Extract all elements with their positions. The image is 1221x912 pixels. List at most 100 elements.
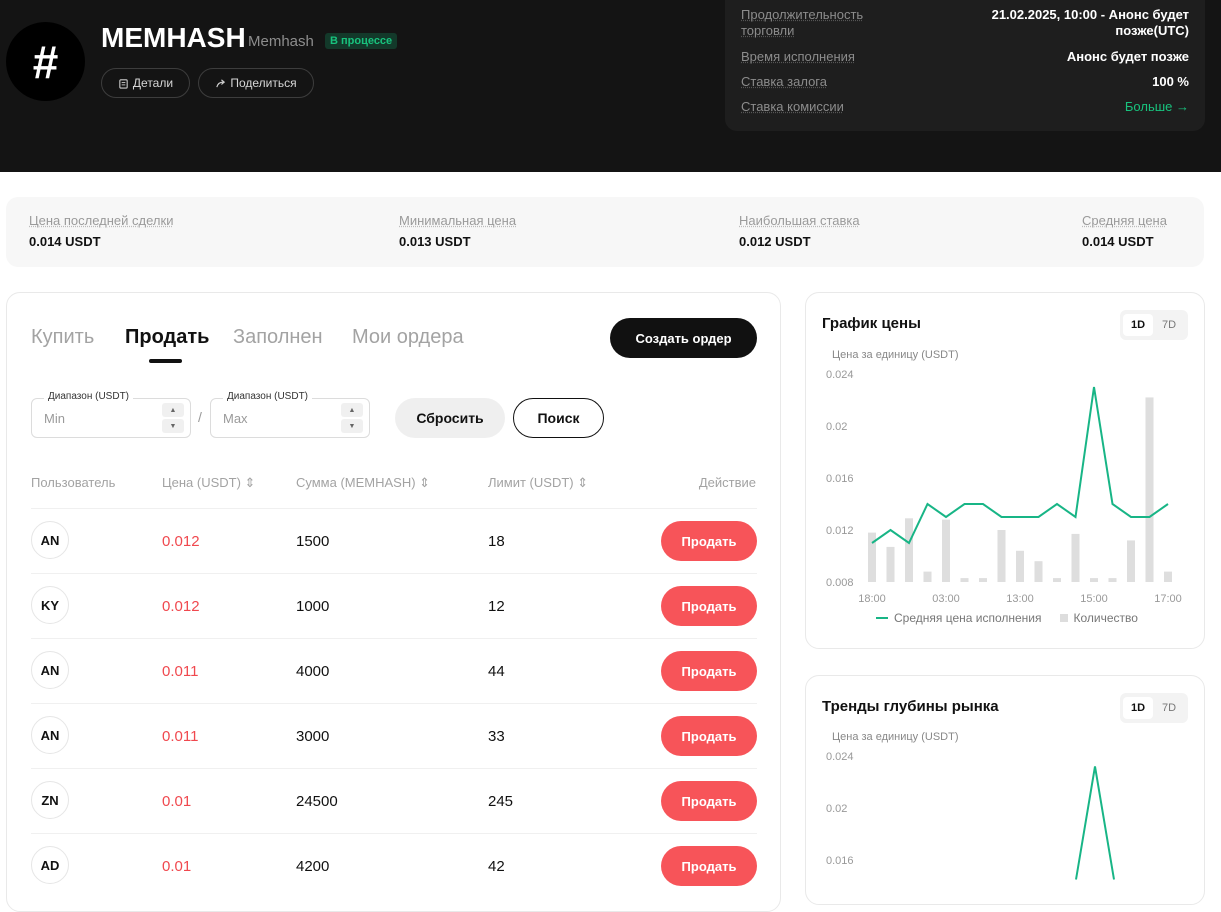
share-arrow-icon bbox=[216, 78, 226, 87]
stat-label: Средняя цена bbox=[1082, 213, 1167, 228]
sell-button[interactable]: Продать bbox=[661, 846, 757, 886]
legend-bar-label: Количество bbox=[1073, 611, 1138, 625]
tab-buy[interactable]: Купить bbox=[31, 326, 94, 349]
sell-button[interactable]: Продать bbox=[661, 651, 757, 691]
volume-bar bbox=[1145, 397, 1154, 582]
volume-bar bbox=[979, 578, 987, 582]
volume-bar bbox=[942, 519, 950, 582]
orders-panel: Купить Продать Заполнен Мои ордера Созда… bbox=[6, 292, 781, 912]
range-min-label: Диапазон (USDT) bbox=[44, 391, 134, 402]
row-price: 0.01 bbox=[162, 858, 192, 875]
token-header: # MEMHASH Memhash В процессе Детали Поде… bbox=[0, 0, 1221, 172]
user-avatar[interactable]: AD bbox=[31, 846, 69, 884]
share-button[interactable]: Поделиться bbox=[198, 68, 314, 98]
legend-line-swatch bbox=[876, 617, 888, 619]
stat-label: Цена последней сделки bbox=[29, 213, 174, 228]
stat-avg-price: Средняя цена 0.014 USDT bbox=[1082, 213, 1167, 249]
caret-up-icon[interactable]: ▲ bbox=[341, 403, 363, 417]
volume-bar bbox=[1164, 571, 1172, 582]
user-avatar[interactable]: ZN bbox=[31, 781, 69, 819]
x-tick-label: 15:00 bbox=[1080, 593, 1108, 605]
table-row: AN 0.012 1500 18 Продать bbox=[31, 508, 757, 573]
x-tick-label: 13:00 bbox=[1006, 593, 1034, 605]
row-limit: 44 bbox=[488, 663, 505, 680]
token-subtitle: Memhash bbox=[248, 33, 314, 50]
volume-bar bbox=[997, 530, 1006, 582]
stat-last-price: Цена последней сделки 0.014 USDT bbox=[29, 213, 173, 249]
share-label: Поделиться bbox=[230, 76, 297, 90]
x-tick-label: 03:00 bbox=[932, 593, 960, 605]
tab-my-orders[interactable]: Мои ордера bbox=[352, 326, 464, 349]
legend-line-label: Средняя цена исполнения bbox=[894, 611, 1042, 625]
status-badge: В процессе bbox=[325, 33, 398, 49]
stat-value: 0.012 USDT bbox=[739, 234, 811, 249]
volume-bar bbox=[905, 518, 913, 582]
row-price: 0.012 bbox=[162, 598, 200, 615]
sell-button[interactable]: Продать bbox=[661, 521, 757, 561]
avg-price-line bbox=[871, 386, 1169, 545]
sell-button[interactable]: Продать bbox=[661, 781, 757, 821]
column-header-amount[interactable]: Сумма (MEMHASH) ⇕ bbox=[296, 475, 430, 491]
token-logo: # bbox=[6, 22, 85, 101]
tab-sell[interactable]: Продать bbox=[125, 326, 209, 349]
user-avatar[interactable]: AN bbox=[31, 716, 69, 754]
reset-button[interactable]: Сбросить bbox=[395, 398, 505, 438]
caret-down-icon[interactable]: ▼ bbox=[162, 419, 184, 433]
price-chart-panel: График цены 1D 7D Цена за единицу (USDT)… bbox=[805, 292, 1205, 649]
row-amount: 3000 bbox=[296, 728, 330, 745]
caret-up-icon[interactable]: ▲ bbox=[162, 403, 184, 417]
y-tick-label: 0.024 bbox=[826, 369, 854, 381]
sell-button[interactable]: Продать bbox=[661, 716, 757, 756]
create-order-button[interactable]: Создать ордер bbox=[610, 318, 757, 358]
y-tick-label: 0.012 bbox=[826, 525, 854, 537]
info-key: Продолжительность торговли bbox=[741, 7, 864, 38]
range-min-field[interactable]: Диапазон (USDT) Min ▲ ▼ bbox=[31, 391, 191, 438]
token-name: MEMHASH bbox=[101, 22, 246, 53]
stat-label: Наибольшая ставка bbox=[739, 213, 860, 228]
sell-button[interactable]: Продать bbox=[661, 586, 757, 626]
active-tab-indicator bbox=[149, 359, 182, 363]
info-value: 100 % bbox=[1152, 74, 1189, 89]
range-min-stepper[interactable]: ▲ ▼ bbox=[162, 403, 184, 433]
row-amount: 24500 bbox=[296, 793, 338, 810]
depth-chart-panel: Тренды глубины рынка 1D 7D Цена за едини… bbox=[805, 675, 1205, 905]
caret-down-icon[interactable]: ▼ bbox=[341, 419, 363, 433]
volume-bar bbox=[1016, 550, 1024, 582]
user-avatar[interactable]: AN bbox=[31, 521, 69, 559]
column-header-limit[interactable]: Лимит (USDT) ⇕ bbox=[488, 475, 588, 491]
y-tick-label: 0.02 bbox=[826, 803, 847, 815]
details-button[interactable]: Детали bbox=[101, 68, 190, 98]
volume-bar bbox=[960, 578, 969, 582]
depth-line bbox=[1075, 766, 1115, 880]
stat-value: 0.013 USDT bbox=[399, 234, 471, 249]
volume-bar bbox=[1034, 561, 1043, 582]
search-button[interactable]: Поиск bbox=[513, 398, 604, 438]
range-max-stepper[interactable]: ▲ ▼ bbox=[341, 403, 363, 433]
price-chart: 0.024 0.02 0.016 0.012 0.008 18:00 03:00 13:00 1… bbox=[826, 369, 1182, 605]
info-key: Ставка комиссии bbox=[741, 99, 844, 114]
legend-bar-swatch bbox=[1059, 614, 1068, 622]
user-avatar[interactable]: KY bbox=[31, 586, 69, 624]
trade-info-box: Продолжительность торговли 21.02.2025, 1… bbox=[725, 0, 1205, 131]
table-row: AD 0.01 4200 42 Продать bbox=[31, 833, 757, 898]
y-tick-label: 0.016 bbox=[826, 473, 854, 485]
volume-bar bbox=[1053, 578, 1061, 582]
stat-label: Минимальная цена bbox=[399, 213, 517, 228]
table-row: ZN 0.01 24500 245 Продать bbox=[31, 768, 757, 833]
column-header-price[interactable]: Цена (USDT) ⇕ bbox=[162, 475, 255, 491]
more-link[interactable]: Больше → bbox=[959, 99, 1189, 115]
x-tick-label: 17:00 bbox=[1154, 593, 1182, 605]
row-amount: 1500 bbox=[296, 533, 330, 550]
range-max-label: Диапазон (USDT) bbox=[223, 391, 313, 402]
row-amount: 4000 bbox=[296, 663, 330, 680]
y-tick-label: 0.024 bbox=[826, 751, 854, 763]
range-separator: / bbox=[198, 409, 202, 425]
range-max-field[interactable]: Диапазон (USDT) Max ▲ ▼ bbox=[210, 391, 370, 438]
user-avatar[interactable]: AN bbox=[31, 651, 69, 689]
tab-filled[interactable]: Заполнен bbox=[233, 326, 323, 349]
info-value: 21.02.2025, 10:00 - Анонс будет позже(UT… bbox=[991, 7, 1189, 38]
price-chart-legend: Средняя цена исполнения Количество bbox=[876, 611, 1138, 625]
volume-bar bbox=[1127, 540, 1135, 582]
row-price: 0.01 bbox=[162, 793, 192, 810]
row-price: 0.011 bbox=[162, 728, 199, 745]
